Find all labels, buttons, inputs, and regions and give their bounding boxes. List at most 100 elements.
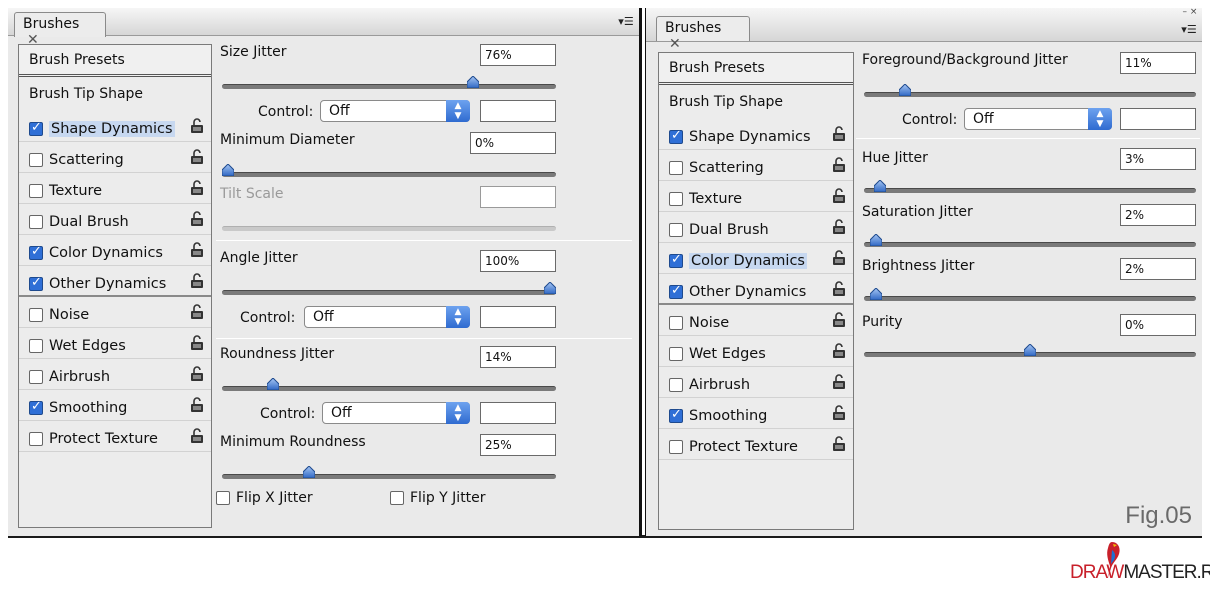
brush-presets-button[interactable]: Brush Presets bbox=[19, 45, 211, 77]
option-airbrush[interactable]: Airbrush bbox=[659, 367, 853, 398]
slider-thumb[interactable] bbox=[266, 377, 280, 391]
checkbox[interactable] bbox=[669, 378, 683, 392]
option-color-dynamics[interactable]: Color Dynamics bbox=[659, 243, 853, 274]
flip-y-jitter-checkbox[interactable]: Flip Y Jitter bbox=[390, 490, 486, 506]
tab-brushes[interactable]: Brushes ✕ bbox=[656, 16, 750, 52]
option-smoothing[interactable]: Smoothing bbox=[659, 398, 853, 429]
control-select[interactable]: Off ▲ ▼ bbox=[322, 402, 470, 424]
minimum-diameter-field[interactable]: 0% bbox=[470, 132, 556, 154]
control-extra-field[interactable] bbox=[480, 306, 556, 328]
option-texture[interactable]: Texture bbox=[659, 181, 853, 212]
checkbox[interactable] bbox=[29, 370, 43, 384]
option-shape-dynamics[interactable]: Shape Dynamics bbox=[19, 111, 211, 142]
purity-field[interactable]: 0% bbox=[1120, 314, 1196, 336]
hue-jitter-slider[interactable] bbox=[864, 179, 1196, 193]
option-dual-brush[interactable]: Dual Brush bbox=[659, 212, 853, 243]
lock-icon[interactable] bbox=[831, 405, 847, 421]
lock-icon[interactable] bbox=[831, 343, 847, 359]
checkbox[interactable] bbox=[216, 491, 230, 505]
lock-icon[interactable] bbox=[831, 312, 847, 328]
lock-icon[interactable] bbox=[189, 180, 205, 196]
checkbox[interactable] bbox=[669, 347, 683, 361]
brightness-jitter-field[interactable]: 2% bbox=[1120, 258, 1196, 280]
lock-icon[interactable] bbox=[831, 126, 847, 142]
saturation-jitter-field[interactable]: 2% bbox=[1120, 204, 1196, 226]
lock-icon[interactable] bbox=[831, 436, 847, 452]
checkbox[interactable] bbox=[29, 308, 43, 322]
option-scattering[interactable]: Scattering bbox=[659, 150, 853, 181]
option-noise[interactable]: Noise bbox=[19, 297, 211, 328]
lock-icon[interactable] bbox=[831, 188, 847, 204]
angle-jitter-field[interactable]: 100% bbox=[480, 250, 556, 272]
slider-thumb[interactable] bbox=[898, 83, 912, 97]
slider-thumb[interactable] bbox=[1023, 343, 1037, 357]
flip-x-jitter-checkbox[interactable]: Flip X Jitter bbox=[216, 490, 313, 506]
fg-bg-jitter-field[interactable]: 11% bbox=[1120, 52, 1196, 74]
lock-icon[interactable] bbox=[189, 242, 205, 258]
lock-icon[interactable] bbox=[189, 304, 205, 320]
checkbox[interactable] bbox=[669, 283, 683, 299]
lock-icon[interactable] bbox=[831, 374, 847, 390]
control-extra-field[interactable] bbox=[480, 402, 556, 424]
minimum-roundness-field[interactable]: 25% bbox=[480, 434, 556, 456]
option-dual-brush[interactable]: Dual Brush bbox=[19, 204, 211, 235]
checkbox[interactable] bbox=[29, 153, 43, 167]
size-jitter-field[interactable]: 76% bbox=[480, 44, 556, 66]
lock-icon[interactable] bbox=[831, 250, 847, 266]
control-select[interactable]: Off ▲ ▼ bbox=[964, 108, 1112, 130]
lock-icon[interactable] bbox=[189, 211, 205, 227]
lock-icon[interactable] bbox=[189, 118, 205, 134]
slider-thumb[interactable] bbox=[543, 281, 557, 295]
control-select[interactable]: Off ▲ ▼ bbox=[320, 100, 470, 122]
checkbox[interactable] bbox=[669, 128, 683, 144]
tab-brushes[interactable]: Brushes ✕ bbox=[14, 12, 106, 48]
collapse-icon[interactable]: – × bbox=[1182, 8, 1198, 17]
panel-menu-icon[interactable]: ▾☰ bbox=[617, 14, 635, 30]
slider-thumb[interactable] bbox=[221, 163, 235, 177]
brush-tip-shape-item[interactable]: Brush Tip Shape bbox=[19, 77, 211, 111]
lock-icon[interactable] bbox=[189, 428, 205, 444]
hue-jitter-field[interactable]: 3% bbox=[1120, 148, 1196, 170]
checkbox[interactable] bbox=[29, 339, 43, 353]
purity-slider[interactable] bbox=[864, 343, 1196, 357]
slider-thumb[interactable] bbox=[873, 179, 887, 193]
checkbox[interactable] bbox=[29, 399, 43, 415]
option-wet-edges[interactable]: Wet Edges bbox=[19, 328, 211, 359]
brush-tip-shape-item[interactable]: Brush Tip Shape bbox=[659, 85, 853, 119]
checkbox[interactable] bbox=[669, 440, 683, 454]
lock-icon[interactable] bbox=[189, 397, 205, 413]
slider-thumb[interactable] bbox=[869, 287, 883, 301]
option-wet-edges[interactable]: Wet Edges bbox=[659, 336, 853, 367]
panel-menu-icon[interactable]: ▾☰ bbox=[1180, 22, 1198, 38]
saturation-jitter-slider[interactable] bbox=[864, 233, 1196, 247]
angle-jitter-slider[interactable] bbox=[222, 281, 557, 295]
slider-thumb[interactable] bbox=[466, 75, 480, 89]
lock-icon[interactable] bbox=[189, 149, 205, 165]
option-texture[interactable]: Texture bbox=[19, 173, 211, 204]
checkbox[interactable] bbox=[669, 192, 683, 206]
roundness-jitter-field[interactable]: 14% bbox=[480, 346, 556, 368]
checkbox[interactable] bbox=[669, 161, 683, 175]
option-airbrush[interactable]: Airbrush bbox=[19, 359, 211, 390]
option-other-dynamics[interactable]: Other Dynamics bbox=[659, 274, 853, 305]
checkbox[interactable] bbox=[29, 184, 43, 198]
close-icon[interactable]: ✕ bbox=[669, 36, 681, 52]
lock-icon[interactable] bbox=[189, 273, 205, 289]
checkbox[interactable] bbox=[29, 120, 43, 136]
checkbox[interactable] bbox=[29, 432, 43, 446]
option-shape-dynamics[interactable]: Shape Dynamics bbox=[659, 119, 853, 150]
lock-icon[interactable] bbox=[831, 157, 847, 173]
minimum-roundness-slider[interactable] bbox=[222, 465, 556, 479]
brush-presets-button[interactable]: Brush Presets bbox=[659, 53, 853, 85]
slider-thumb[interactable] bbox=[869, 233, 883, 247]
checkbox[interactable] bbox=[29, 215, 43, 229]
checkbox[interactable] bbox=[669, 316, 683, 330]
checkbox[interactable] bbox=[669, 407, 683, 423]
roundness-jitter-slider[interactable] bbox=[222, 377, 556, 391]
lock-icon[interactable] bbox=[189, 366, 205, 382]
lock-icon[interactable] bbox=[831, 219, 847, 235]
checkbox[interactable] bbox=[29, 244, 43, 260]
checkbox[interactable] bbox=[390, 491, 404, 505]
brightness-jitter-slider[interactable] bbox=[864, 287, 1196, 301]
control-extra-field[interactable] bbox=[480, 100, 556, 122]
